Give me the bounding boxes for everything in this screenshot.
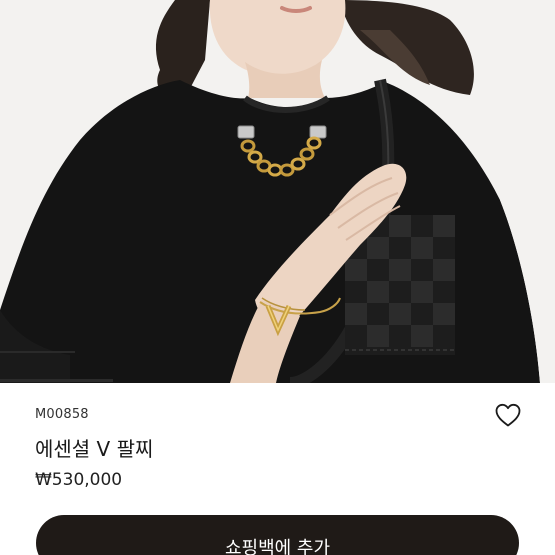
product-info: M00858 에센셜 V 팔찌 ₩530,000 쇼핑백에 추가 xyxy=(0,383,555,555)
image-progress-indicator xyxy=(0,379,113,382)
product-name: 에센셜 V 팔찌 xyxy=(35,437,154,461)
product-sku: M00858 xyxy=(35,407,89,422)
product-price: ₩530,000 xyxy=(35,470,123,490)
wishlist-button[interactable] xyxy=(494,402,522,428)
product-photo[interactable] xyxy=(0,0,555,383)
add-to-bag-button[interactable]: 쇼핑백에 추가 xyxy=(36,515,519,555)
heart-outline-icon xyxy=(495,403,521,427)
product-image xyxy=(0,0,555,383)
product-screen: M00858 에센셜 V 팔찌 ₩530,000 쇼핑백에 추가 xyxy=(0,0,555,555)
